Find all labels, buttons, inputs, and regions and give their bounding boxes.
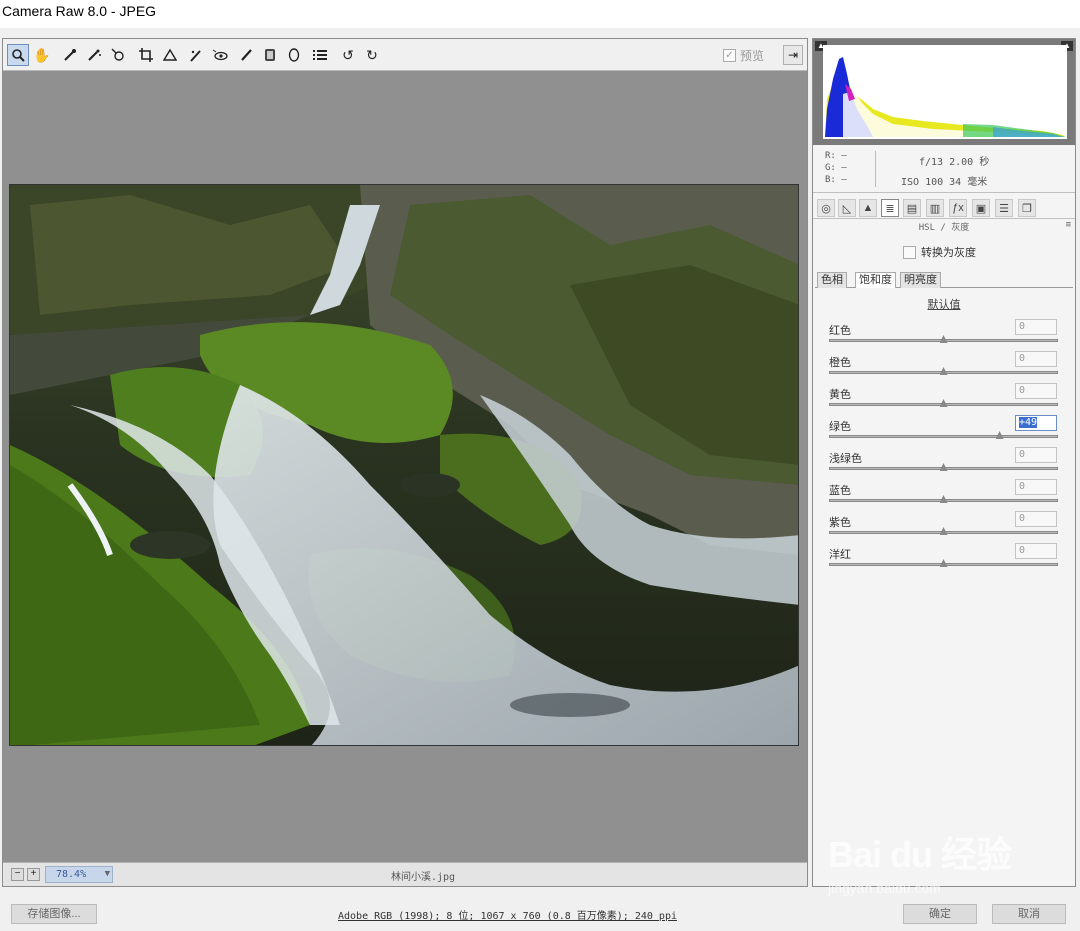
slider-row: 紫色 0 [829, 511, 1059, 543]
slider-value-input[interactable]: 0 [1015, 479, 1057, 495]
slider-label: 洋红 [829, 549, 851, 561]
slider-row: 蓝色 0 [829, 479, 1059, 511]
slider-value: 0 [1019, 449, 1026, 460]
ok-button[interactable]: 确定 [903, 904, 977, 924]
slider-value-input[interactable]: +49 [1015, 415, 1057, 431]
preferences-icon[interactable] [309, 44, 331, 66]
rotate-ccw-icon[interactable]: ↺ [337, 44, 359, 66]
target-adjust-icon[interactable] [107, 44, 129, 66]
slider-value: +49 [1019, 417, 1038, 428]
r-value: R: — [825, 151, 847, 161]
zoom-tool-icon[interactable] [7, 44, 29, 66]
panel-title-text: HSL / 灰度 [918, 223, 970, 233]
b-value: B: — [825, 175, 847, 185]
tab-presets-icon[interactable]: ☰ [995, 199, 1013, 217]
toolbar: ✋ ↺ ↻ ✓ 预览 ⇥ [3, 39, 807, 71]
slider-row: 橙色 0 [829, 351, 1059, 383]
panel-tabs: ◎ ◺ ▲ ≣ ▤ ▥ ƒx ▣ ☰ ❐ [813, 197, 1075, 219]
image-canvas[interactable] [3, 71, 807, 862]
cancel-button[interactable]: 取消 [992, 904, 1066, 924]
tab-luminance[interactable]: 明亮度 [900, 272, 941, 288]
tab-tone-curve-icon[interactable]: ◺ [838, 199, 856, 217]
slider-value: 0 [1019, 385, 1026, 396]
status-bar: − + 78.4% ▼ 林间小溪.jpg [3, 862, 807, 886]
slider-label: 浅绿色 [829, 453, 862, 465]
tab-camera-calibration-icon[interactable]: ▣ [972, 199, 990, 217]
camera-info: R: — G: — B: — f/13 2.00 秒 ISO 100 34 毫米 [813, 145, 1075, 193]
slider-value-input[interactable]: 0 [1015, 351, 1057, 367]
file-name: 林间小溪.jpg [390, 872, 456, 883]
convert-grayscale[interactable]: 转换为灰度 [903, 244, 976, 260]
workflow-options-link[interactable]: Adobe RGB (1998); 8 位; 1067 x 760 (0.8 百… [338, 907, 677, 922]
slider-row: 绿色 +49 [829, 415, 1059, 447]
photo-preview [9, 184, 799, 746]
red-eye-icon[interactable] [209, 44, 231, 66]
tab-hue[interactable]: 色相 [817, 272, 847, 288]
radial-filter-icon[interactable] [283, 44, 305, 66]
crop-icon[interactable] [135, 44, 157, 66]
tab-hsl-icon[interactable]: ≣ [881, 199, 899, 217]
slider-label: 绿色 [829, 421, 851, 433]
preview-checkbox[interactable]: ✓ [723, 48, 736, 62]
slider-label: 紫色 [829, 517, 851, 529]
bottom-bar: 存储图像... Adobe RGB (1998); 8 位; 1067 x 76… [0, 892, 1080, 931]
slider-value: 0 [1019, 353, 1026, 364]
hsl-subtabs: 色相 饱和度 明亮度 [815, 270, 1073, 288]
fullscreen-icon[interactable]: ⇥ [783, 45, 803, 65]
slider-value: 0 [1019, 545, 1026, 556]
white-balance-icon[interactable] [59, 44, 81, 66]
slider-value-input[interactable]: 0 [1015, 447, 1057, 463]
tab-detail-icon[interactable]: ▲ [859, 199, 877, 217]
slider-label: 黄色 [829, 389, 851, 401]
slider-label: 蓝色 [829, 485, 851, 497]
title-bar: Camera Raw 8.0 - JPEG [0, 0, 1080, 28]
graduated-filter-icon[interactable] [259, 44, 281, 66]
divider [875, 151, 876, 187]
slider-row: 洋红 0 [829, 543, 1059, 575]
tab-basic-icon[interactable]: ◎ [817, 199, 835, 217]
slider-label: 橙色 [829, 357, 851, 369]
slider-value: 0 [1019, 321, 1026, 332]
slider-label: 红色 [829, 325, 851, 337]
slider-track[interactable] [829, 435, 1058, 438]
hand-tool-icon[interactable]: ✋ [31, 44, 53, 66]
rotate-cw-icon[interactable]: ↻ [361, 44, 383, 66]
grayscale-label: 转换为灰度 [921, 247, 976, 259]
slider-row: 黄色 0 [829, 383, 1059, 415]
panel-menu-icon[interactable]: ≡ [1066, 220, 1071, 230]
default-link[interactable]: 默认值 [813, 296, 1075, 312]
slider-value: 0 [1019, 513, 1026, 524]
tab-fx-icon[interactable]: ƒx [949, 199, 967, 217]
preview-label: 预览 [740, 48, 765, 63]
tab-lens-icon[interactable]: ▥ [926, 199, 944, 217]
slider-value-input[interactable]: 0 [1015, 319, 1057, 335]
slider-value-input[interactable]: 0 [1015, 543, 1057, 559]
preview-toggle[interactable]: ✓ 预览 [723, 47, 764, 63]
panel-title: HSL / 灰度 ≡ [813, 220, 1075, 234]
save-image-button[interactable]: 存储图像... [11, 904, 97, 924]
spot-removal-icon[interactable] [185, 44, 207, 66]
color-sampler-icon[interactable] [83, 44, 105, 66]
slider-row: 浅绿色 0 [829, 447, 1059, 479]
slider-value-input[interactable]: 0 [1015, 511, 1057, 527]
slider-value: 0 [1019, 481, 1026, 492]
grayscale-checkbox[interactable] [903, 245, 916, 259]
window-title: Camera Raw 8.0 - JPEG [2, 3, 157, 19]
histogram: ▲ ▲ [813, 39, 1075, 145]
tab-snapshots-icon[interactable]: ❐ [1018, 199, 1036, 217]
exif-aperture-shutter: f/13 2.00 秒 [919, 157, 990, 168]
tab-saturation[interactable]: 饱和度 [855, 272, 896, 288]
straighten-icon[interactable] [159, 44, 181, 66]
slider-row: 红色 0 [829, 319, 1059, 351]
slider-value-input[interactable]: 0 [1015, 383, 1057, 399]
g-value: G: — [825, 163, 847, 173]
tab-split-toning-icon[interactable]: ▤ [903, 199, 921, 217]
right-panel: ▲ ▲ R: — G: — B: — f/13 2.00 秒 ISO 100 3… [812, 38, 1076, 887]
adjustment-brush-icon[interactable] [235, 44, 257, 66]
exif-iso-focal: ISO 100 34 毫米 [901, 177, 988, 188]
preview-area: ✋ ↺ ↻ ✓ 预览 ⇥ − + 78.4% ▼ 林间小溪.jpg [2, 38, 808, 887]
rgb-readout: R: — G: — B: — [825, 150, 847, 186]
